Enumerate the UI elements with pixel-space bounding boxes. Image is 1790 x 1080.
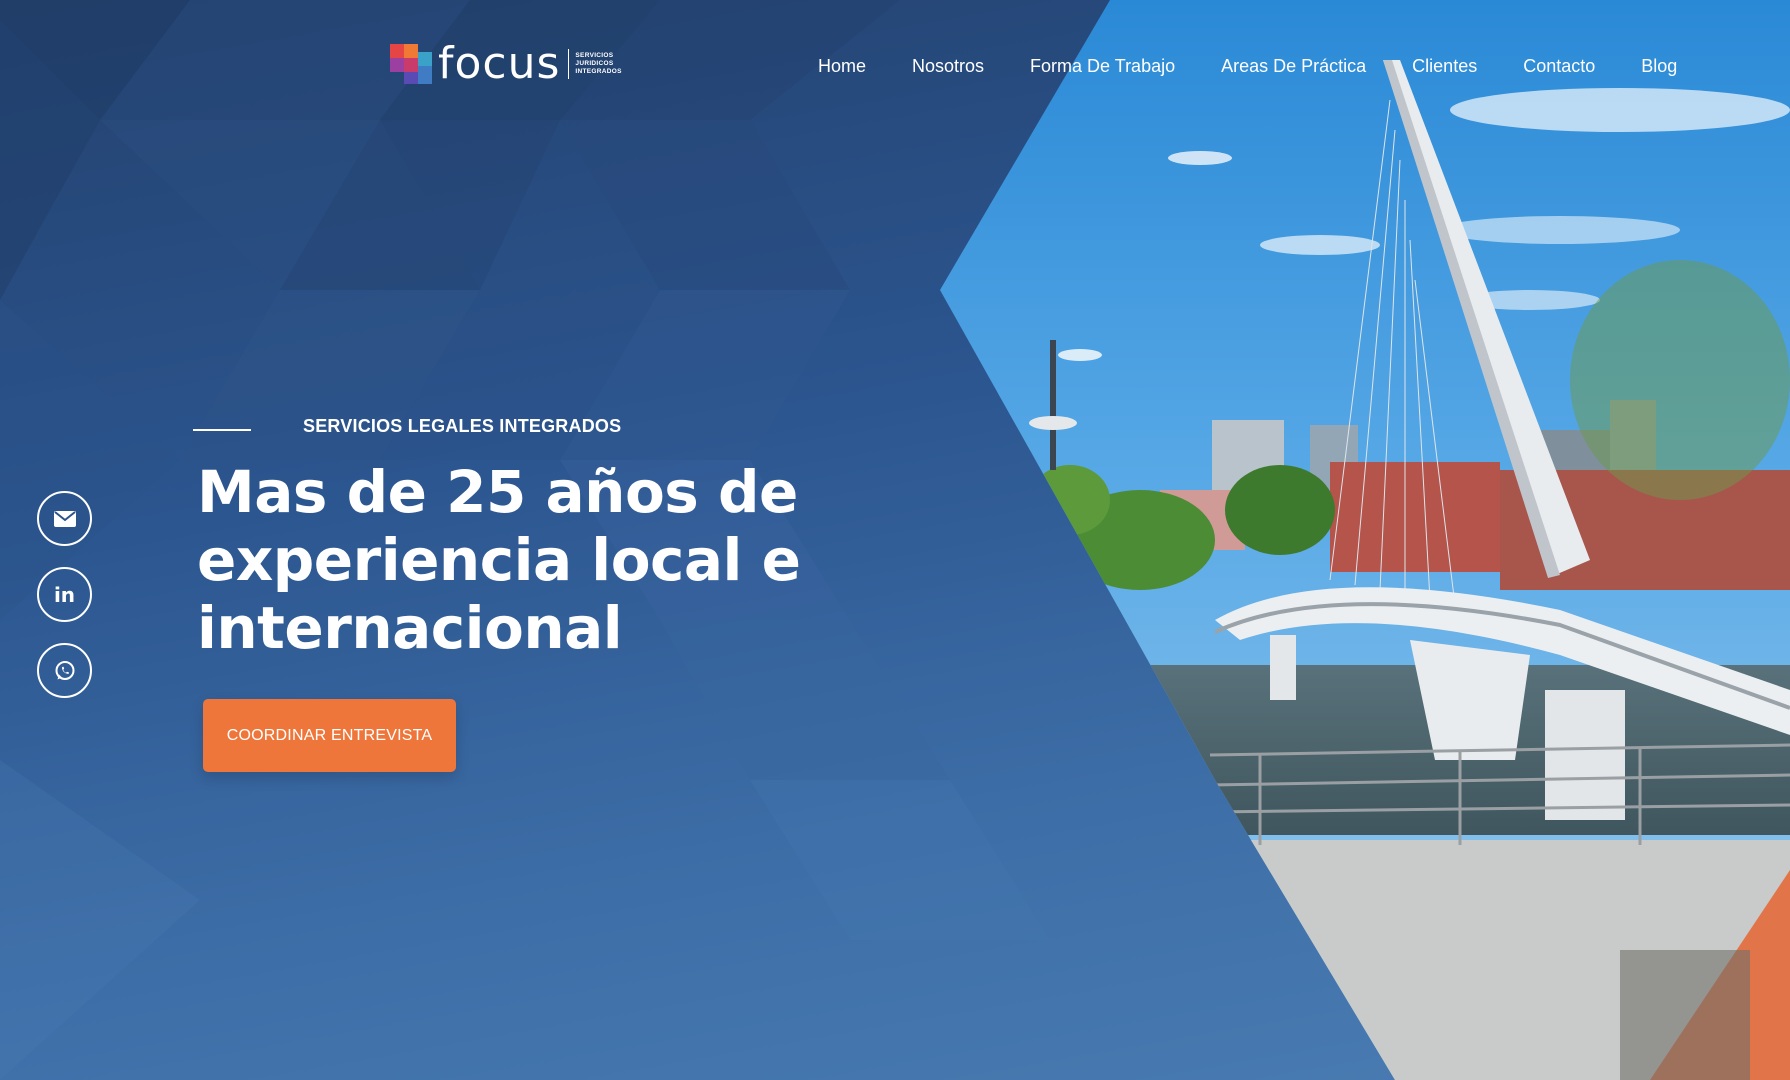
headline-line-2: experiencia local e: [197, 526, 801, 594]
tagline-line-1: SERVICIOS: [575, 52, 614, 59]
linkedin-icon: in: [53, 582, 76, 607]
nav-blog[interactable]: Blog: [1641, 56, 1677, 77]
whatsapp-icon: [55, 660, 74, 680]
email-link[interactable]: [37, 491, 92, 546]
brand-tagline: SERVICIOS JURIDICOS INTEGRADOS: [575, 52, 621, 76]
headline-line-3: internacional: [197, 594, 623, 662]
headline-line-1: Mas de 25 años de: [197, 458, 798, 526]
tagline-line-3: INTEGRADOS: [575, 68, 622, 75]
hero-eyebrow: SERVICIOS LEGALES INTEGRADOS: [303, 416, 622, 436]
brand-name: focus: [438, 38, 561, 89]
nav-nosotros[interactable]: Nosotros: [912, 56, 984, 77]
hero-headline: Mas de 25 años de experiencia local e in…: [197, 458, 837, 662]
schedule-interview-button[interactable]: COORDINAR ENTREVISTA: [203, 699, 456, 772]
brand-logo[interactable]: focus SERVICIOS JURIDICOS INTEGRADOS: [390, 42, 622, 86]
nav-contacto[interactable]: Contacto: [1523, 56, 1595, 77]
social-links: in: [37, 491, 92, 719]
page: focus SERVICIOS JURIDICOS INTEGRADOS Hom…: [0, 0, 1790, 1080]
logo-divider: [568, 49, 570, 79]
nav-home[interactable]: Home: [818, 56, 866, 77]
nav-forma-de-trabajo[interactable]: Forma De Trabajo: [1030, 56, 1175, 77]
envelope-icon: [53, 510, 76, 527]
linkedin-link[interactable]: in: [37, 567, 92, 622]
main-nav: Home Nosotros Forma De Trabajo Areas De …: [818, 56, 1677, 77]
nav-areas-de-practica[interactable]: Areas De Práctica: [1221, 56, 1366, 77]
whatsapp-link[interactable]: [37, 643, 92, 698]
eyebrow-divider: [193, 429, 251, 431]
tagline-line-2: JURIDICOS: [575, 60, 614, 67]
nav-clientes[interactable]: Clientes: [1412, 56, 1477, 77]
logo-mark-icon: [390, 44, 432, 84]
